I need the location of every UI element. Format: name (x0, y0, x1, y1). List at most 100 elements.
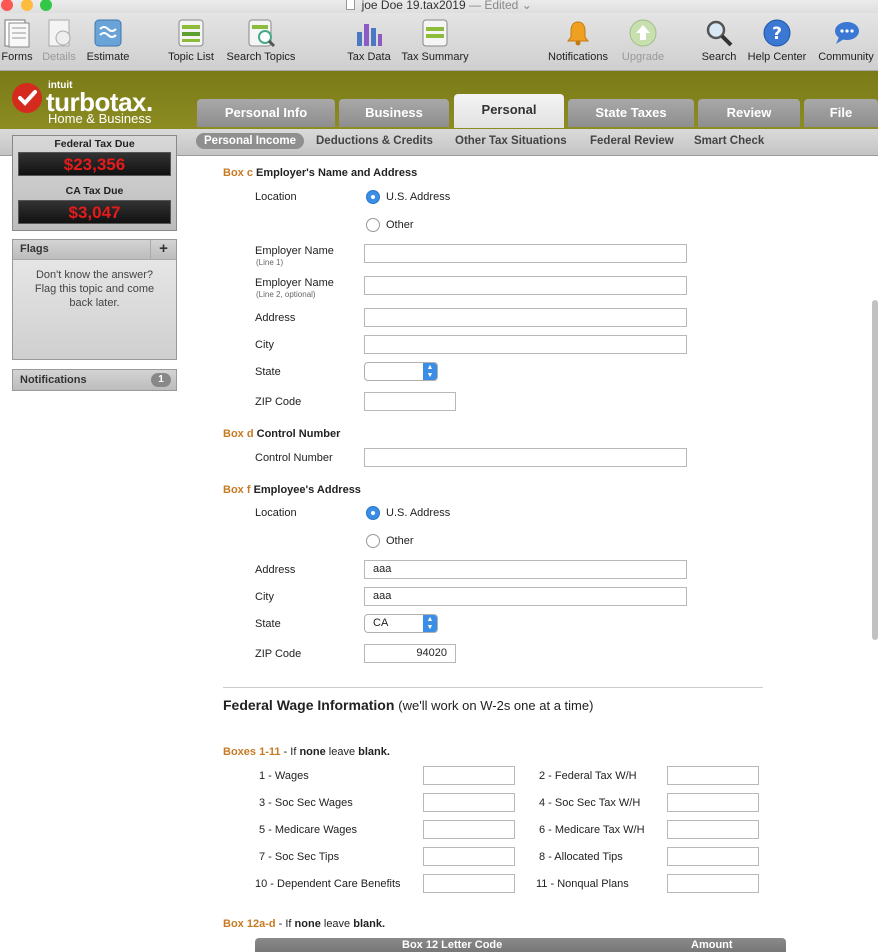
window-title: joe Doe 19.tax2019 — Edited ⌄ (0, 0, 878, 12)
document-icon (346, 0, 356, 10)
upgrade-icon (629, 19, 657, 47)
tab-review[interactable]: Review (698, 99, 800, 127)
employer-city-label: City (255, 339, 274, 351)
employee-state-label: State (255, 618, 281, 630)
box-10-dependent-care-input[interactable] (423, 874, 515, 893)
employer-city-input[interactable] (364, 335, 687, 354)
box-6-medicare-tax-label: 6 - Medicare Tax W/H (539, 824, 645, 836)
employee-state-select[interactable]: CA ▲ ▼ (364, 614, 438, 633)
turbotax-logo: intuit turbotax. Home & Business (12, 80, 182, 128)
employer-name-line2-hint: (Line 2, optional) (256, 290, 316, 299)
toolbar-community-button[interactable]: Community (815, 18, 877, 63)
toolbar-search-topics-button[interactable]: Search Topics (224, 18, 298, 63)
box-4-soc-sec-tax-input[interactable] (667, 793, 759, 812)
state-tax-due-value: $3,047 (18, 200, 171, 224)
checkmark-logo-icon (12, 83, 42, 113)
notifications-panel[interactable]: Notifications 1 (12, 369, 177, 391)
employer-zip-input[interactable] (364, 392, 456, 411)
box-12-header: Box 12a-d - If none leave blank. (223, 918, 386, 930)
box-f-us-address-label: U.S. Address (386, 507, 451, 519)
box-c-other-radio[interactable] (366, 218, 380, 232)
box-1-wages-input[interactable] (423, 766, 515, 785)
subtab-federal-review[interactable]: Federal Review (590, 135, 674, 147)
tab-file[interactable]: File (804, 99, 878, 127)
toolbar-estimate-button[interactable]: Estimate (84, 18, 132, 63)
subtab-deductions-credits[interactable]: Deductions & Credits (316, 135, 433, 147)
boxes-1-11-header: Boxes 1-11 - If none leave blank. (223, 746, 390, 758)
employee-city-input[interactable]: aaa (364, 587, 687, 606)
tab-state-taxes[interactable]: State Taxes (568, 99, 694, 127)
chevron-down-icon[interactable]: ⌄ (522, 0, 532, 12)
employer-name-line2-label: Employer Name (255, 277, 334, 289)
tax-data-icon (357, 24, 382, 46)
tax-due-panel: Federal Tax Due $23,356 CA Tax Due $3,04… (12, 135, 177, 231)
employee-address-input[interactable]: aaa (364, 560, 687, 579)
box-c-us-address-radio[interactable] (366, 190, 380, 204)
toolbar-tax-summary-button[interactable]: Tax Summary (400, 18, 470, 63)
svg-text:?: ? (772, 24, 782, 44)
employer-name-line2-input[interactable] (364, 276, 687, 295)
box-2-federal-tax-input[interactable] (667, 766, 759, 785)
subtab-personal-income[interactable]: Personal Income (196, 133, 305, 149)
add-flag-button[interactable]: + (150, 240, 176, 259)
employer-address-label: Address (255, 312, 296, 324)
box-8-allocated-tips-input[interactable] (667, 847, 759, 866)
employer-state-select[interactable]: ▲ ▼ (364, 362, 438, 381)
subtab-other-tax-situations[interactable]: Other Tax Situations (455, 135, 567, 147)
box-7-soc-sec-tips-input[interactable] (423, 847, 515, 866)
bell-icon (567, 21, 589, 46)
box-3-soc-sec-wages-input[interactable] (423, 793, 515, 812)
box-f-header: Box f Employee's Address (223, 484, 361, 496)
magnifier-icon (706, 20, 733, 47)
box-12-code-column: Box 12 Letter Code (402, 939, 503, 951)
state-tax-due-label: CA Tax Due (65, 185, 124, 197)
employer-name-line1-hint: (Line 1) (256, 258, 284, 267)
box-3-soc-sec-wages-label: 3 - Soc Sec Wages (259, 797, 353, 809)
box-c-location-label: Location (255, 191, 297, 203)
tab-personal-info[interactable]: Personal Info (197, 99, 335, 127)
employer-address-input[interactable] (364, 308, 687, 327)
stepper-arrows-icon: ▲ ▼ (423, 363, 437, 380)
employer-state-label: State (255, 366, 281, 378)
flags-header: Flags + (13, 240, 176, 260)
box-f-us-address-radio[interactable] (366, 506, 380, 520)
employee-zip-input[interactable]: 94020 (364, 644, 456, 663)
box-6-medicare-tax-input[interactable] (667, 820, 759, 839)
estimate-icon (94, 19, 122, 47)
employee-address-label: Address (255, 564, 296, 576)
tab-business[interactable]: Business (339, 99, 449, 127)
box-8-allocated-tips-label: 8 - Allocated Tips (539, 851, 623, 863)
vertical-scrollbar[interactable] (872, 300, 878, 640)
toolbar-notifications-button[interactable]: Notifications (545, 18, 611, 63)
subtab-smart-check[interactable]: Smart Check (694, 135, 764, 147)
federal-tax-due-label: Federal Tax Due (54, 138, 135, 150)
box-11-nonqual-plans-input[interactable] (667, 874, 759, 893)
forms-icon (4, 19, 30, 48)
box-f-other-radio[interactable] (366, 534, 380, 548)
toolbar-help-center-button[interactable]: ? Help Center (745, 18, 809, 63)
toolbar-topic-list-button[interactable]: Topic List (164, 18, 218, 63)
box-5-medicare-wages-input[interactable] (423, 820, 515, 839)
box-5-medicare-wages-label: 5 - Medicare Wages (259, 824, 358, 836)
toolbar-search-button[interactable]: Search (699, 18, 739, 63)
box-11-nonqual-plans-label: 11 - Nonqual Plans (536, 878, 629, 890)
section-divider (223, 687, 763, 688)
toolbar-details-button[interactable]: Details (40, 18, 78, 63)
toolbar: Forms Details Estimate Topic List Search… (0, 13, 878, 71)
box-4-soc-sec-tax-label: 4 - Soc Sec Tax W/H (539, 797, 641, 809)
federal-tax-due-value: $23,356 (18, 152, 171, 176)
box-c-other-label: Other (386, 219, 414, 231)
box-2-federal-tax-label: 2 - Federal Tax W/H (539, 770, 637, 782)
tax-summary-icon (422, 19, 448, 47)
box-d-header: Box d Control Number (223, 428, 341, 440)
employer-name-line1-input[interactable] (364, 244, 687, 263)
toolbar-tax-data-button[interactable]: Tax Data (346, 18, 392, 63)
help-icon: ? (763, 19, 791, 47)
toolbar-forms-button[interactable]: Forms (0, 18, 34, 63)
box-c-header: Box c Employer's Name and Address (223, 167, 418, 179)
toolbar-upgrade-button[interactable]: Upgrade (620, 18, 666, 63)
window-titlebar: joe Doe 19.tax2019 — Edited ⌄ (0, 0, 878, 13)
control-number-input[interactable] (364, 448, 687, 467)
tab-personal[interactable]: Personal (454, 94, 564, 128)
flags-panel: Flags + Don't know the answer? Flag this… (12, 239, 177, 360)
